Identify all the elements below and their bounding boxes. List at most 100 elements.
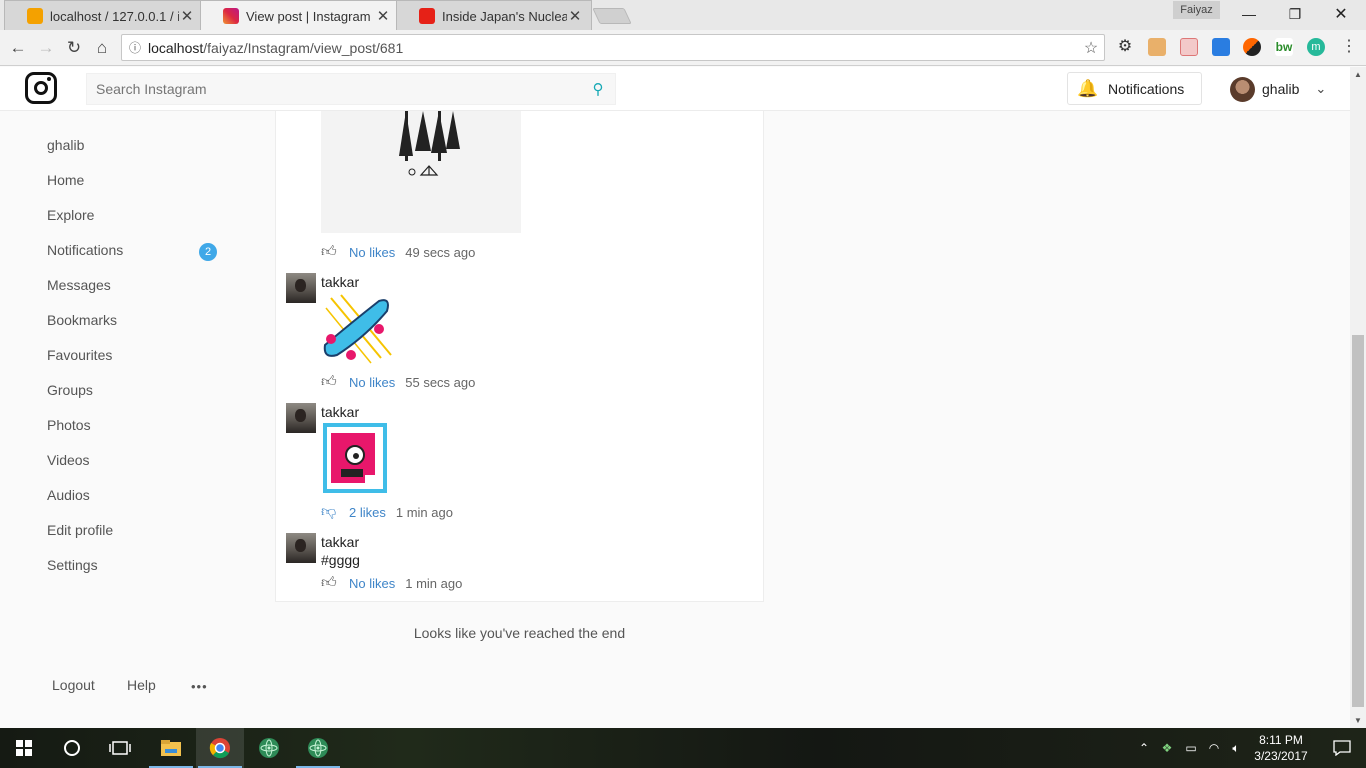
clock-date: 3/23/2017 <box>1254 749 1308 763</box>
thumbs-down-icon[interactable]: 👎︎ <box>321 503 349 521</box>
taskbar-clock[interactable]: 8:11 PM 3/23/2017 <box>1248 732 1314 764</box>
tab-title: View post | Instagram <box>246 8 371 24</box>
action-center-icon[interactable] <box>1318 728 1366 768</box>
monster-sticker <box>321 423 391 500</box>
post-time: 55 secs ago <box>405 374 476 390</box>
sidebar-item-edit-profile[interactable]: Edit profile <box>47 522 227 538</box>
scroll-up-icon[interactable]: ▲ <box>1350 70 1366 79</box>
sidebar-item-settings[interactable]: Settings <box>47 557 227 573</box>
notifications-label: Notifications <box>1108 80 1185 97</box>
menu-kebab-icon[interactable]: ⋮ <box>1340 38 1358 56</box>
likes-count[interactable]: No likes <box>349 375 395 390</box>
sidebar-item-favourites[interactable]: Favourites <box>47 347 227 363</box>
extension-icon[interactable] <box>1148 38 1166 56</box>
browser-tab-phpmyadmin[interactable]: localhost / 127.0.0.1 / ins ✕ <box>4 0 204 30</box>
sidebar-item-notifications[interactable]: Notifications 2 <box>47 242 227 261</box>
battery-icon[interactable]: ▭ <box>1179 741 1203 755</box>
avatar[interactable] <box>286 273 316 303</box>
sidebar-item-explore[interactable]: Explore <box>47 207 227 223</box>
likes-count[interactable]: No likes <box>349 576 395 591</box>
file-explorer-icon[interactable] <box>147 728 195 768</box>
url-text[interactable]: localhost/faiyaz/Instagram/view_post/681 <box>148 40 1078 56</box>
bell-icon: 🔔 <box>1077 78 1099 98</box>
sidebar-item-photos[interactable]: Photos <box>47 417 227 433</box>
post-meta: 👎︎ 2 likes 1 min ago <box>321 503 453 521</box>
post-time: 49 secs ago <box>405 244 476 260</box>
avatar[interactable] <box>286 403 316 433</box>
task-view-icon[interactable] <box>96 728 144 768</box>
search-input[interactable] <box>87 81 581 97</box>
browser-tab-youtube[interactable]: Inside Japan's Nuclear M ✕ <box>396 0 592 30</box>
thumbs-up-icon[interactable]: 👍︎ <box>321 574 349 592</box>
back-arrow-icon[interactable]: ← <box>6 36 30 60</box>
close-window-icon[interactable]: ✕ <box>1318 0 1364 28</box>
post-author[interactable]: takkar <box>321 274 359 290</box>
post-meta: 👍︎ No likes 55 secs ago <box>321 373 475 391</box>
likes-count[interactable]: No likes <box>349 245 395 260</box>
notifications-button[interactable]: 🔔 Notifications <box>1067 72 1202 105</box>
likes-count[interactable]: 2 likes <box>349 505 386 520</box>
more-options-icon[interactable]: ••• <box>191 679 208 694</box>
cortana-search-icon[interactable] <box>48 728 96 768</box>
post-author[interactable]: takkar <box>321 534 359 550</box>
download-extension-icon[interactable] <box>1212 38 1230 56</box>
restore-icon[interactable]: ❐ <box>1272 0 1318 28</box>
end-of-feed-message: Looks like you've reached the end <box>413 625 626 641</box>
m-extension-icon[interactable]: m <box>1307 38 1325 56</box>
forest-camp-photo[interactable] <box>321 111 521 233</box>
close-tab-icon[interactable]: ✕ <box>567 7 583 25</box>
thumbs-up-icon[interactable]: 👍︎ <box>321 243 349 261</box>
chrome-icon[interactable] <box>196 728 244 768</box>
bookmark-star-icon[interactable]: ☆ <box>1078 38 1104 58</box>
atom-editor-icon[interactable] <box>294 728 342 768</box>
extension-icon[interactable] <box>1180 38 1198 56</box>
browser-tab-instagram[interactable]: View post | Instagram ✕ <box>200 0 400 30</box>
sidebar-item-audios[interactable]: Audios <box>47 487 227 503</box>
browser-tab-strip: localhost / 127.0.0.1 / ins ✕ View post … <box>0 0 1366 30</box>
sidebar-item-messages[interactable]: Messages <box>47 277 227 293</box>
sidebar-item-videos[interactable]: Videos <box>47 452 227 468</box>
browser-profile-chip[interactable]: Faiyaz <box>1173 1 1220 19</box>
dropbox-icon[interactable]: ❖ <box>1155 741 1179 755</box>
minimize-icon[interactable]: — <box>1226 0 1272 28</box>
sidebar-item-profile[interactable]: ghalib <box>47 137 227 153</box>
volume-icon[interactable]: 🔈︎ <box>1225 741 1247 756</box>
scrollbar-thumb[interactable] <box>1352 335 1364 707</box>
settings-gear-icon[interactable]: ⚙ <box>1116 38 1134 56</box>
wifi-icon[interactable]: ◠ <box>1203 741 1225 755</box>
reload-icon[interactable]: ↻ <box>62 36 86 60</box>
forward-arrow-icon[interactable]: → <box>34 36 58 60</box>
windows-start-icon[interactable] <box>0 728 48 768</box>
extension-icon[interactable] <box>1243 38 1261 56</box>
post-meta: 👍︎ No likes 1 min ago <box>321 574 462 592</box>
sidebar-item-bookmarks[interactable]: Bookmarks <box>47 312 227 328</box>
logout-link[interactable]: Logout <box>52 677 95 693</box>
instagram-favicon-icon <box>223 8 239 24</box>
instagram-logo-icon[interactable] <box>25 72 57 104</box>
thumbs-up-icon[interactable]: 👍︎ <box>321 373 349 391</box>
tab-title: localhost / 127.0.0.1 / ins <box>50 8 179 24</box>
post-time: 1 min ago <box>405 575 463 591</box>
close-tab-icon[interactable]: ✕ <box>179 7 195 25</box>
help-link[interactable]: Help <box>127 677 156 693</box>
clock-time: 8:11 PM <box>1259 733 1303 747</box>
post-comments-feed: 👍︎ No likes 49 secs ago takkar 👍︎ No lik… <box>275 111 764 602</box>
sidebar-item-groups[interactable]: Groups <box>47 382 227 398</box>
atom-editor-icon[interactable] <box>245 728 293 768</box>
windows-taskbar: ⌃ ❖ ▭ ◠ 🔈︎ 8:11 PM 3/23/2017 <box>0 728 1366 768</box>
user-menu[interactable]: ghalib ⌄ <box>1230 75 1326 103</box>
scroll-down-icon[interactable]: ▼ <box>1350 716 1366 725</box>
page-scrollbar[interactable]: ▲ ▼ <box>1350 67 1366 728</box>
address-bar[interactable]: ⓘ localhost/faiyaz/Instagram/view_post/6… <box>121 34 1105 61</box>
info-icon[interactable]: ⓘ <box>122 39 148 56</box>
sidebar-item-home[interactable]: Home <box>47 172 227 188</box>
close-tab-icon[interactable]: ✕ <box>375 7 391 25</box>
chevron-up-icon[interactable]: ⌃ <box>1133 741 1155 755</box>
post-author[interactable]: takkar <box>321 404 359 420</box>
home-icon[interactable]: ⌂ <box>90 36 114 60</box>
bw-extension-icon[interactable]: bw <box>1275 38 1293 56</box>
search-icon[interactable]: ⚲ <box>581 80 615 98</box>
avatar[interactable] <box>286 533 316 563</box>
new-tab-button[interactable] <box>592 8 632 24</box>
skateboard-sticker <box>321 293 393 370</box>
